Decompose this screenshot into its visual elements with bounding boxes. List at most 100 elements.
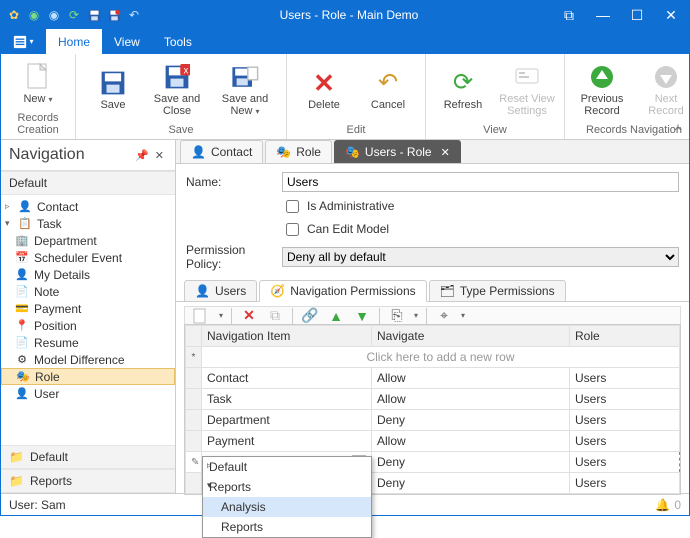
nav-item-note[interactable]: 📄Note [1,283,175,300]
cell-navigate[interactable]: Deny [372,452,570,473]
subtab-type-permissions[interactable]: 🗂Type Permissions [429,280,566,302]
cell-role[interactable]: Users [570,389,680,410]
nav-item-contact[interactable]: ▹👤Contact [1,198,175,215]
copy-button[interactable]: ⧉ [266,307,284,324]
cell-nav-item[interactable]: Task [207,392,232,406]
name-input[interactable] [282,172,679,192]
save2-icon[interactable] [107,8,121,22]
grid-corner[interactable] [186,326,202,347]
dropdown-item-default[interactable]: ▹Default [203,457,371,477]
close-panel-icon[interactable]: ✕ [152,149,167,162]
col-role[interactable]: Role [570,326,680,347]
doc-tab-contact[interactable]: 👤Contact [180,140,263,163]
chart-dropdown-icon[interactable]: ▾ [461,311,465,320]
nav-item-model-difference[interactable]: ⚙Model Difference [1,351,175,368]
cell-navigate[interactable]: Allow [372,389,570,410]
next-record-button[interactable]: Next Record [637,63,690,117]
refresh-icon[interactable]: ⟳ [67,8,81,22]
cell-navigate[interactable]: Allow [372,431,570,452]
cell-navigate[interactable]: Allow [372,368,570,389]
cell-nav-item[interactable]: Department [207,413,270,427]
new-button[interactable]: New ▾ [9,63,67,105]
table-row[interactable]: Task AllowUsers [186,389,680,410]
export-button[interactable]: ⎘ [388,307,406,324]
move-down-button[interactable]: ▼ [353,308,371,324]
nav-item-scheduler-event[interactable]: 📅Scheduler Event [1,249,175,266]
save-icon[interactable] [87,8,101,22]
close-tab-icon[interactable]: ✕ [441,146,450,159]
pin-icon[interactable]: 📌 [132,149,152,162]
dropdown-item-reports[interactable]: Reports [203,517,371,537]
save-button[interactable]: Save [84,69,142,111]
new-row-dropdown-icon[interactable]: ▾ [219,311,223,320]
doc-tab-role[interactable]: 🎭Role [265,140,332,163]
nav-item-position[interactable]: 📍Position [1,317,175,334]
dropdown-item-analysis[interactable]: Analysis [203,497,371,517]
subtab-users[interactable]: 👤Users [184,280,257,302]
new-row-indicator[interactable]: * [186,347,202,368]
table-row[interactable]: Contact AllowUsers [186,368,680,389]
expander-icon[interactable]: ▾ [5,218,13,229]
col-navigate[interactable]: Navigate [372,326,570,347]
cell-role[interactable]: Users [570,368,680,389]
close-window-button[interactable]: ✕ [659,7,683,24]
nav-item-task[interactable]: ▾📋Task [1,215,175,232]
refresh-button[interactable]: ⟳ Refresh [434,69,492,111]
can-edit-model-checkbox[interactable] [286,223,299,236]
expander-icon[interactable]: ▾ [207,480,212,491]
nav-item-role[interactable]: 🎭Role [1,368,175,385]
cell-nav-item[interactable]: Payment [207,434,254,448]
restore-down-icon[interactable]: ⧉ [557,7,581,24]
cell-role[interactable]: Users [570,452,680,473]
nav-group-default[interactable]: 📁 Default [1,445,175,469]
cell-navigate[interactable]: Deny [372,473,570,494]
nav-group-reports[interactable]: 📁 Reports [1,469,175,493]
ribbon-collapse-icon[interactable]: ㅅ [673,119,683,135]
undo-icon[interactable]: ↶ [127,8,141,22]
is-admin-checkbox[interactable] [286,200,299,213]
doc-tab-users---role[interactable]: 🎭Users - Role✕ [334,140,461,163]
subtab-navigation-permissions[interactable]: 🧭Navigation Permissions [259,280,426,302]
previous-record-button[interactable]: Previous Record [573,63,631,117]
move-up-button[interactable]: ▲ [327,308,345,324]
cell-nav-item[interactable]: Contact [207,371,248,385]
tab-home[interactable]: Home [46,29,102,54]
expander-icon[interactable]: ▹ [5,201,13,212]
nav-back-icon[interactable]: ◉ [27,8,41,22]
cell-role[interactable]: Users [570,431,680,452]
save-new-button[interactable]: Save and New ▾ [212,63,278,117]
table-row[interactable]: Payment AllowUsers [186,431,680,452]
nav-group-default-top[interactable]: Default [1,171,175,195]
reset-view-button[interactable]: Reset View Settings [498,63,556,117]
link-button[interactable]: 🔗 [301,307,319,324]
export-dropdown-icon[interactable]: ▾ [414,311,418,320]
new-row-button[interactable] [193,308,211,324]
dropdown-item-reports[interactable]: ▾Reports [203,477,371,497]
expander-icon[interactable]: ▹ [207,460,212,471]
nav-item-department[interactable]: 🏢Department [1,232,175,249]
app-menu-button[interactable]: ▾ [1,29,46,54]
cell-role[interactable]: Users [570,473,680,494]
tab-view[interactable]: View [102,29,152,54]
nav-item-my-details[interactable]: 👤My Details [1,266,175,283]
new-row-placeholder[interactable]: Click here to add a new row [202,347,680,368]
save-close-button[interactable]: x Save and Close [148,63,206,117]
nav-item-user[interactable]: 👤User [1,385,175,402]
cancel-button[interactable]: ↶ Cancel [359,69,417,111]
permission-policy-select[interactable]: Deny all by default [282,247,679,267]
minimize-button[interactable]: — [591,7,615,23]
col-navigation-item[interactable]: Navigation Item [202,326,372,347]
maximize-button[interactable]: ☐ [625,7,649,24]
nav-fwd-icon[interactable]: ◉ [47,8,61,22]
cell-navigate[interactable]: Deny [372,410,570,431]
delete-row-button[interactable]: ✕ [240,307,258,324]
table-row[interactable]: Department DenyUsers [186,410,680,431]
gear-icon[interactable]: ✿ [7,8,21,22]
tab-tools[interactable]: Tools [152,29,204,54]
cell-role[interactable]: Users [570,410,680,431]
delete-button[interactable]: ✕ Delete [295,69,353,111]
notifications-indicator[interactable]: 🔔 0 [655,498,681,512]
nav-item-payment[interactable]: 💳Payment [1,300,175,317]
nav-item-resume[interactable]: 📄Resume [1,334,175,351]
chart-button[interactable]: ⌖ [435,307,453,324]
